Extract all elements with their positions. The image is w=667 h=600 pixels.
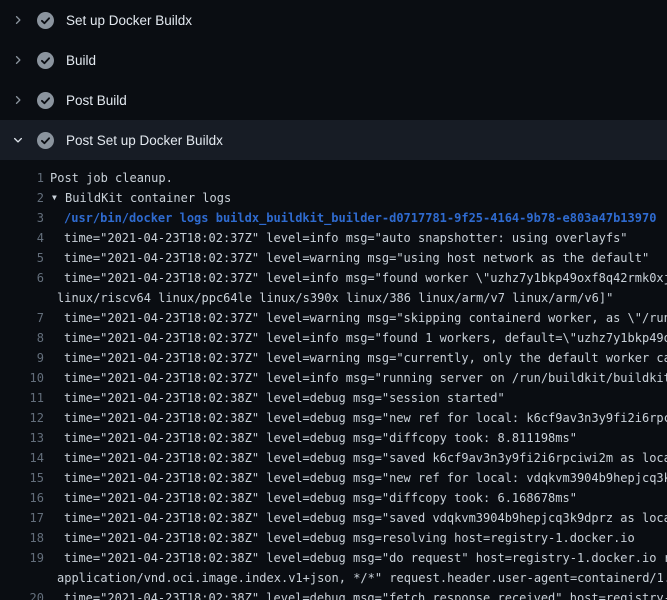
log-text: linux/riscv64 linux/ppc64le linux/s390x … — [57, 288, 613, 308]
line-number[interactable]: 17 — [0, 508, 44, 528]
line-number[interactable]: 12 — [0, 408, 44, 428]
chevron-right-icon — [12, 94, 24, 106]
log-body: 1 Post job cleanup. 2 ▼BuildKit container l… — [0, 160, 667, 600]
log-text: application/vnd.oci.image.index.v1+json,… — [57, 568, 667, 588]
step-row-post-build[interactable]: Post Build — [0, 80, 667, 120]
line-number[interactable]: 19 — [0, 548, 44, 568]
actions-log-viewer: Set up Docker Buildx Build Post Build Post … — [0, 0, 667, 600]
line-number[interactable]: 9 — [0, 348, 44, 368]
log-line-9: 9 time="2021-04-23T18:02:37Z" level=warni… — [0, 348, 667, 368]
line-number[interactable]: 4 — [0, 228, 44, 248]
log-text: BuildKit container logs — [65, 188, 231, 208]
step-title: Post Set up Docker Buildx — [66, 133, 223, 148]
log-line-8: 8 time="2021-04-23T18:02:37Z" level=info … — [0, 328, 667, 348]
log-line-18: 18 time="2021-04-23T18:02:38Z" level=debu… — [0, 528, 667, 548]
command-text: /usr/bin/docker logs buildx_buildkit_bui… — [64, 208, 656, 228]
log-line-14: 14 time="2021-04-23T18:02:38Z" level=debu… — [0, 448, 667, 468]
log-text: time="2021-04-23T18:02:38Z" level=debug … — [64, 468, 667, 488]
line-number[interactable]: 18 — [0, 528, 44, 548]
step-row-set-up-docker-buildx[interactable]: Set up Docker Buildx — [0, 0, 667, 40]
step-title: Post Build — [66, 93, 127, 108]
log-line-13: 13 time="2021-04-23T18:02:38Z" level=debu… — [0, 428, 667, 448]
line-number[interactable]: 3 — [0, 208, 44, 228]
log-text: Post job cleanup. — [50, 168, 173, 188]
log-line-3: 3/usr/bin/docker logs buildx_buildkit_bu… — [0, 208, 667, 228]
log-text: time="2021-04-23T18:02:37Z" level=warnin… — [64, 308, 667, 328]
log-line-6: 6 time="2021-04-23T18:02:37Z" level=info … — [0, 268, 667, 288]
step-title: Build — [66, 53, 96, 68]
log-text: time="2021-04-23T18:02:38Z" level=debug … — [64, 588, 667, 600]
log-line-wrap: application/vnd.oci.image.index.v1+json,… — [0, 568, 667, 588]
step-row-build[interactable]: Build — [0, 40, 667, 80]
log-line-12: 12 time="2021-04-23T18:02:38Z" level=debu… — [0, 408, 667, 428]
log-text: time="2021-04-23T18:02:38Z" level=debug … — [64, 548, 667, 568]
check-circle-icon — [37, 92, 54, 109]
line-number[interactable]: 7 — [0, 308, 44, 328]
chevron-right-icon — [12, 14, 24, 26]
log-text: time="2021-04-23T18:02:37Z" level=info m… — [64, 268, 667, 288]
line-number[interactable]: 6 — [0, 268, 44, 288]
log-line-20: 20 time="2021-04-23T18:02:38Z" level=debu… — [0, 588, 667, 600]
log-line-1: 1 Post job cleanup. — [0, 168, 667, 188]
line-number[interactable]: 16 — [0, 488, 44, 508]
line-number[interactable]: 11 — [0, 388, 44, 408]
log-line-15: 15 time="2021-04-23T18:02:38Z" level=debu… — [0, 468, 667, 488]
line-number[interactable]: 14 — [0, 448, 44, 468]
log-text: time="2021-04-23T18:02:38Z" level=debug … — [64, 408, 667, 428]
line-number[interactable]: 15 — [0, 468, 44, 488]
log-line-4: 4 time="2021-04-23T18:02:37Z" level=info … — [0, 228, 667, 248]
log-text: time="2021-04-23T18:02:38Z" level=debug … — [64, 388, 505, 408]
log-line-19: 19 time="2021-04-23T18:02:38Z" level=debu… — [0, 548, 667, 568]
check-circle-icon — [37, 12, 54, 29]
log-text: time="2021-04-23T18:02:37Z" level=info m… — [64, 228, 628, 248]
log-line-10: 10 time="2021-04-23T18:02:37Z" level=info… — [0, 368, 667, 388]
check-circle-icon — [37, 52, 54, 69]
steps-list: Set up Docker Buildx Build Post Build Post … — [0, 0, 667, 160]
log-line-2: 2 ▼BuildKit container logs — [0, 188, 667, 208]
log-text: time="2021-04-23T18:02:37Z" level=warnin… — [64, 348, 667, 368]
line-number[interactable]: 13 — [0, 428, 44, 448]
line-number[interactable]: 5 — [0, 248, 44, 268]
log-line-17: 17 time="2021-04-23T18:02:38Z" level=debu… — [0, 508, 667, 528]
log-line-wrap: linux/riscv64 linux/ppc64le linux/s390x … — [0, 288, 667, 308]
log-text: time="2021-04-23T18:02:38Z" level=debug … — [64, 428, 577, 448]
log-line-5: 5 time="2021-04-23T18:02:37Z" level=warni… — [0, 248, 667, 268]
step-row-post-set-up-docker-buildx[interactable]: Post Set up Docker Buildx — [0, 120, 667, 160]
log-line-16: 16 time="2021-04-23T18:02:38Z" level=debu… — [0, 488, 667, 508]
log-text: time="2021-04-23T18:02:37Z" level=warnin… — [64, 248, 649, 268]
log-text: time="2021-04-23T18:02:38Z" level=debug … — [64, 448, 667, 468]
log-text: time="2021-04-23T18:02:38Z" level=debug … — [64, 508, 667, 528]
step-title: Set up Docker Buildx — [66, 13, 192, 28]
log-text: time="2021-04-23T18:02:37Z" level=info m… — [64, 368, 667, 388]
line-number[interactable]: 2 — [0, 188, 44, 208]
log-text: time="2021-04-23T18:02:37Z" level=info m… — [64, 328, 667, 348]
log-line-7: 7 time="2021-04-23T18:02:37Z" level=warni… — [0, 308, 667, 328]
line-number[interactable]: 1 — [0, 168, 44, 188]
chevron-right-icon — [12, 54, 24, 66]
line-number[interactable]: 10 — [0, 368, 44, 388]
line-number[interactable]: 8 — [0, 328, 44, 348]
log-text: time="2021-04-23T18:02:38Z" level=debug … — [64, 528, 635, 548]
chevron-down-icon — [12, 134, 24, 146]
log-text: time="2021-04-23T18:02:38Z" level=debug … — [64, 488, 577, 508]
line-number[interactable]: 20 — [0, 588, 44, 600]
check-circle-icon — [37, 132, 54, 149]
log-line-11: 11 time="2021-04-23T18:02:38Z" level=debu… — [0, 388, 667, 408]
triangle-down-icon[interactable]: ▼ — [52, 188, 62, 208]
